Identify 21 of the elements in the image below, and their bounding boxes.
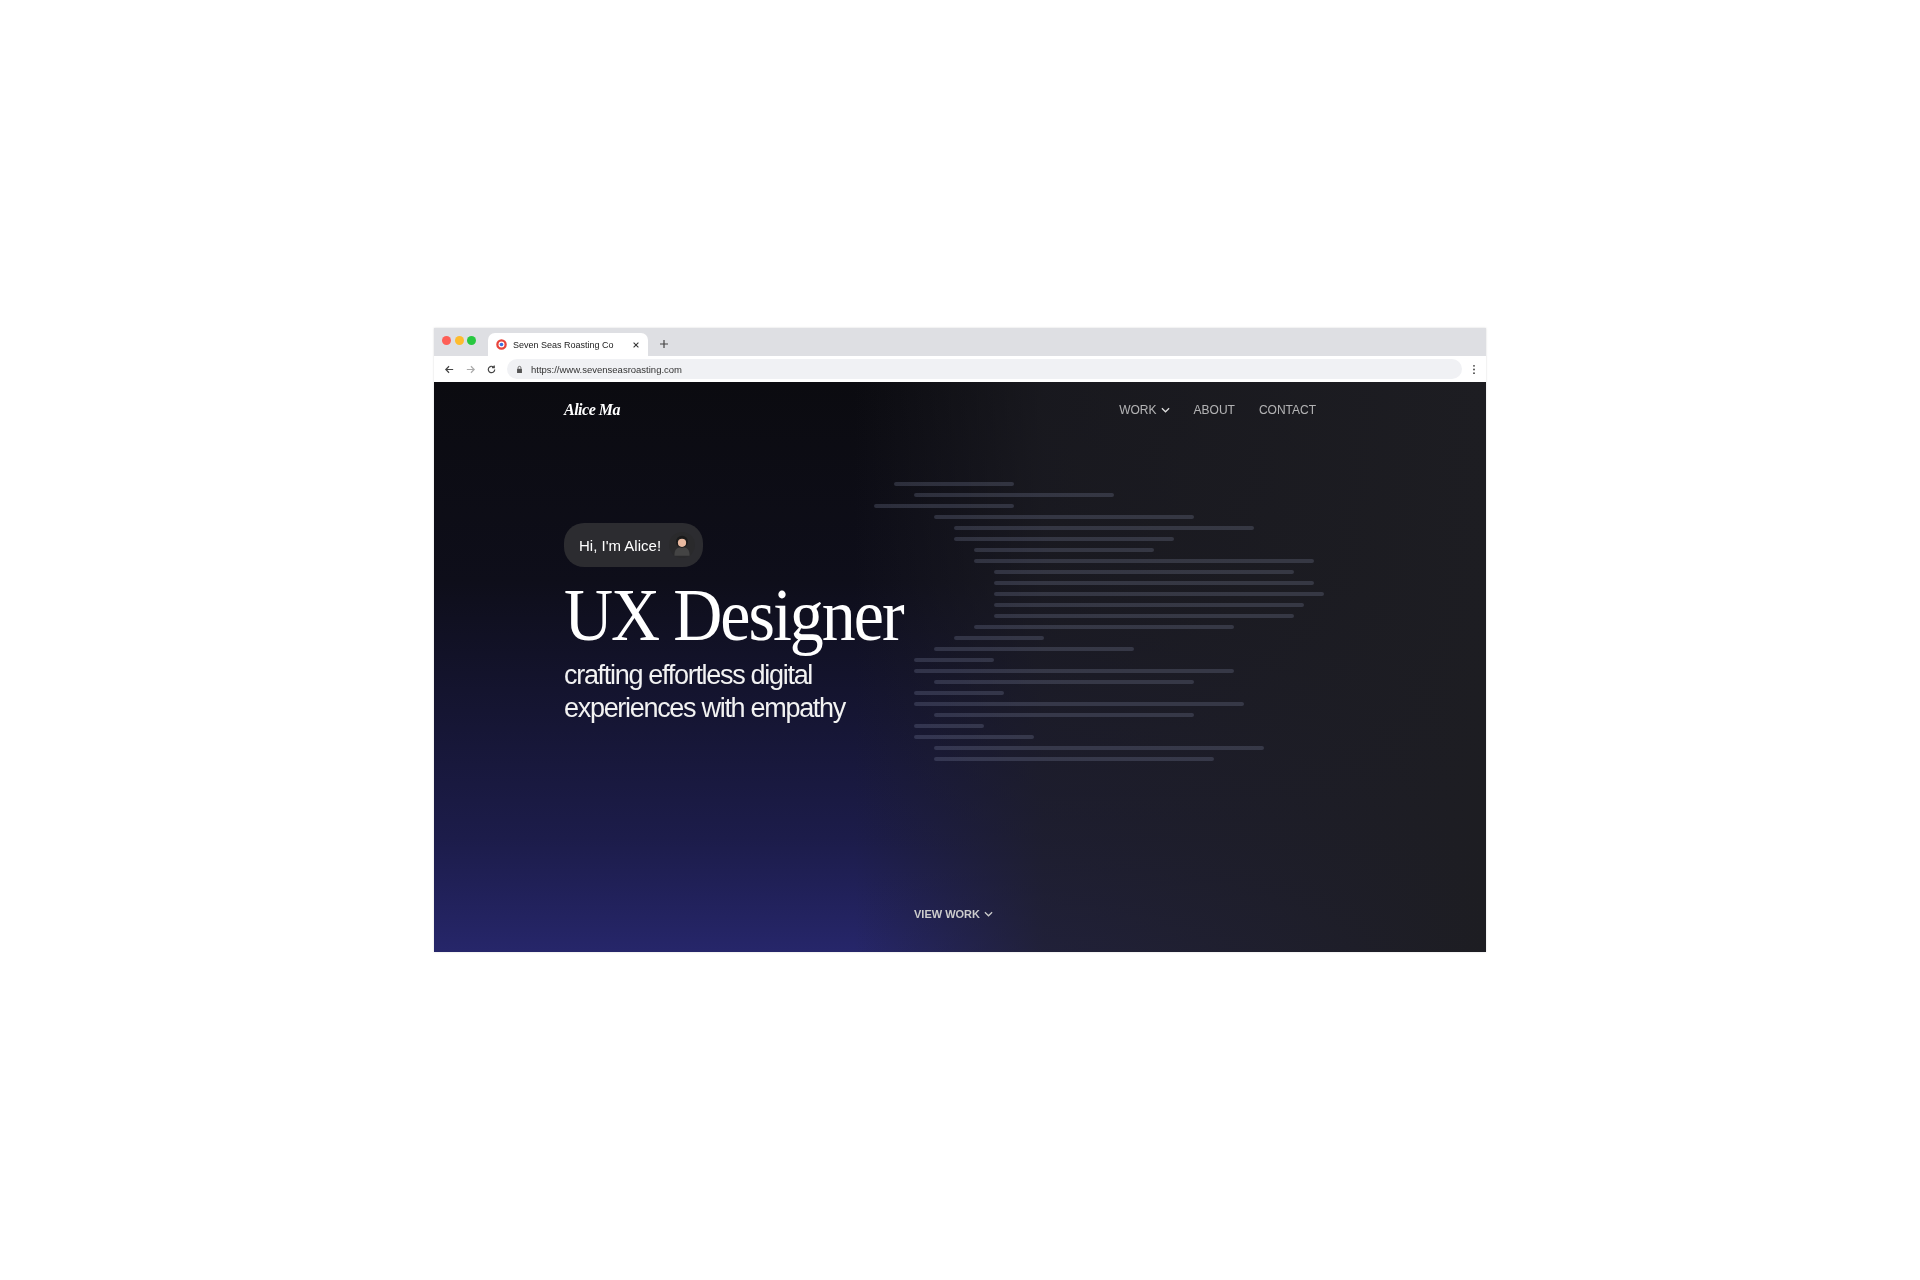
nav-link[interactable]: WORK (1119, 403, 1170, 417)
tagline: crafting effortless digital (564, 659, 814, 692)
chevron-down-icon (1160, 407, 1170, 413)
more-menu-icon[interactable] (1472, 363, 1476, 375)
chevron-down-icon (984, 911, 993, 917)
close-window-icon[interactable] (442, 336, 451, 345)
address-field[interactable]: https://www.sevenseasroasting.com (507, 359, 1462, 379)
tagline: experiences with empathy (564, 692, 845, 725)
nav-link[interactable]: ABOUT (1193, 403, 1235, 417)
greeting-bubble: Hi, I'm Alice! (564, 523, 704, 567)
close-tab-icon[interactable] (632, 340, 640, 349)
nav-link[interactable]: CONTACT (1258, 403, 1316, 417)
favicon-icon (496, 339, 507, 350)
browser-tab[interactable]: Seven Seas Roasting Co (488, 333, 648, 356)
forward-icon[interactable] (465, 363, 476, 375)
lock-icon (516, 364, 523, 374)
view-work-link[interactable]: VIEW WORK (914, 908, 993, 920)
new-tab-icon[interactable] (659, 339, 669, 349)
site-logo[interactable]: Alice Ma (564, 401, 620, 419)
reload-icon[interactable] (486, 363, 497, 375)
back-icon[interactable] (444, 363, 455, 375)
